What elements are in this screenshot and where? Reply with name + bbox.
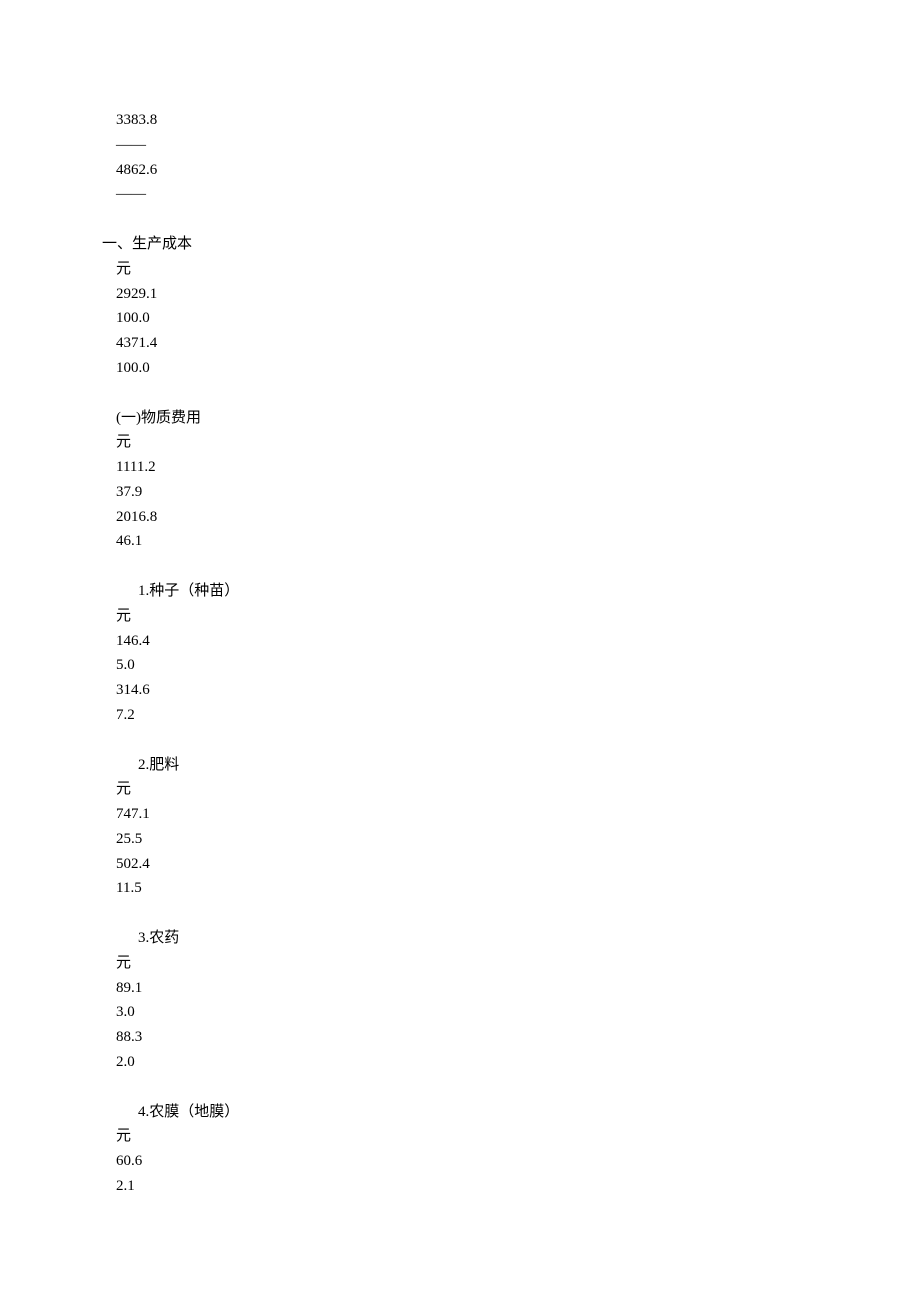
value-text: 7.2 (116, 703, 920, 728)
cost-section: 一、生产成本 元 2929.1 100.0 4371.4 100.0 (116, 232, 920, 381)
value-text: —— (116, 133, 920, 158)
value-text: 2016.8 (116, 505, 920, 530)
unit-text: 元 (116, 777, 920, 802)
value-text: 2929.1 (116, 282, 920, 307)
value-text: 3383.8 (116, 108, 920, 133)
section-label: 1.种子（种苗） (138, 579, 920, 604)
value-text: 3.0 (116, 1000, 920, 1025)
section-label: 3.农药 (138, 926, 920, 951)
cost-section: 4.农膜（地膜） 元 60.6 2.1 (116, 1100, 920, 1199)
value-text: 11.5 (116, 876, 920, 901)
value-text: 88.3 (116, 1025, 920, 1050)
unit-text: 元 (116, 430, 920, 455)
value-text: 100.0 (116, 356, 920, 381)
value-text: 4862.6 (116, 158, 920, 183)
value-text: 747.1 (116, 802, 920, 827)
value-text: 2.0 (116, 1050, 920, 1075)
value-text: 37.9 (116, 480, 920, 505)
value-text: 46.1 (116, 529, 920, 554)
value-text: —— (116, 182, 920, 207)
unit-text: 元 (116, 1124, 920, 1149)
value-text: 5.0 (116, 653, 920, 678)
top-value-block: 3383.8 —— 4862.6 —— (116, 108, 920, 207)
value-text: 314.6 (116, 678, 920, 703)
cost-section: 3.农药 元 89.1 3.0 88.3 2.0 (116, 926, 920, 1075)
section-label: 4.农膜（地膜） (138, 1100, 920, 1125)
value-text: 1111.2 (116, 455, 920, 480)
document-page: 3383.8 —— 4862.6 —— 一、生产成本 元 2929.1 100.… (0, 0, 920, 1199)
value-text: 25.5 (116, 827, 920, 852)
value-text: 89.1 (116, 976, 920, 1001)
section-label: 一、生产成本 (102, 232, 920, 257)
section-label: (一)物质费用 (116, 406, 920, 431)
unit-text: 元 (116, 257, 920, 282)
section-label: 2.肥料 (138, 753, 920, 778)
value-text: 2.1 (116, 1174, 920, 1199)
unit-text: 元 (116, 951, 920, 976)
value-text: 60.6 (116, 1149, 920, 1174)
value-text: 4371.4 (116, 331, 920, 356)
unit-text: 元 (116, 604, 920, 629)
cost-section: 2.肥料 元 747.1 25.5 502.4 11.5 (116, 753, 920, 902)
cost-section: 1.种子（种苗） 元 146.4 5.0 314.6 7.2 (116, 579, 920, 728)
value-text: 146.4 (116, 629, 920, 654)
cost-section: (一)物质费用 元 1111.2 37.9 2016.8 46.1 (116, 406, 920, 555)
value-text: 100.0 (116, 306, 920, 331)
value-text: 502.4 (116, 852, 920, 877)
